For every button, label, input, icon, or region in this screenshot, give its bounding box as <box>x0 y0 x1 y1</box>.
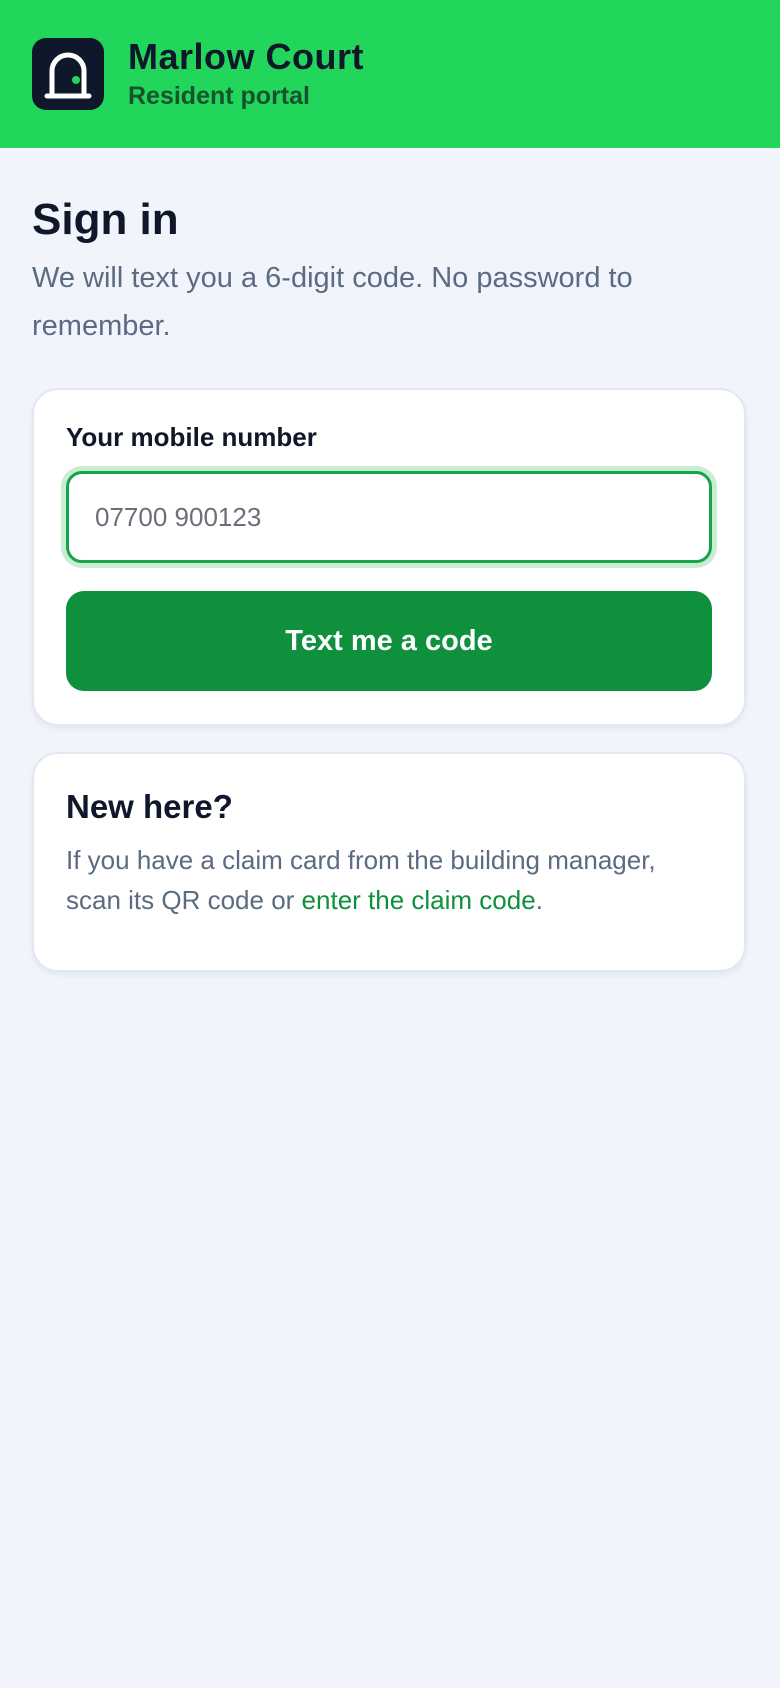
new-here-text: If you have a claim card from the buildi… <box>66 840 712 920</box>
app-name: Marlow Court <box>128 35 364 77</box>
door-icon <box>32 38 104 110</box>
app-header: Marlow Court Resident portal <box>0 0 780 148</box>
new-here-text-after: . <box>535 885 543 916</box>
app-subtitle: Resident portal <box>128 82 310 111</box>
text-me-code-button[interactable]: Text me a code <box>66 591 712 692</box>
enter-claim-code-link[interactable]: enter the claim code <box>302 885 536 915</box>
main-content: Sign in We will text you a 6-digit code.… <box>0 195 780 973</box>
new-here-card: New here? If you have a claim card from … <box>32 752 746 973</box>
page-description: We will text you a 6-digit code. No pass… <box>32 262 633 343</box>
brand: Marlow Court Resident portal <box>128 37 364 112</box>
new-here-title: New here? <box>66 788 233 826</box>
phone-label: Your mobile number <box>66 422 317 453</box>
signin-card: Your mobile number Text me a code <box>32 388 746 727</box>
page-title: Sign in <box>32 195 179 244</box>
phone-input[interactable] <box>66 471 712 564</box>
